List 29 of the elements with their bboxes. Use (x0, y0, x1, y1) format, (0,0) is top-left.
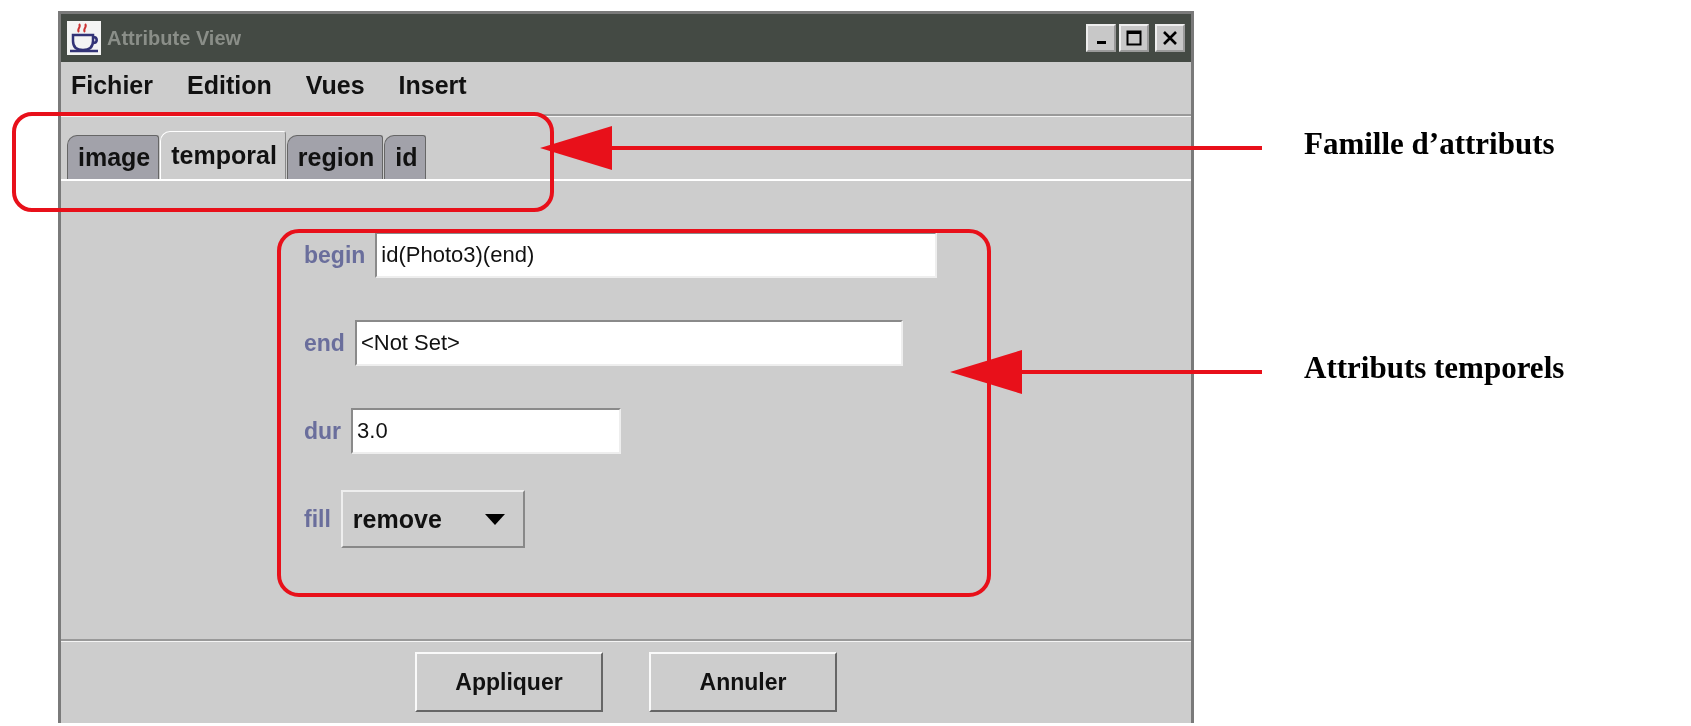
tab[interactable]: id (384, 135, 427, 179)
menu-item[interactable]: Insert (398, 71, 467, 100)
window-title: Attribute View (107, 26, 242, 50)
field-label: dur (304, 417, 342, 445)
close-icon (1162, 30, 1178, 46)
tab[interactable]: image (67, 135, 160, 179)
annotation-label: Famille d’attributs (1304, 126, 1555, 162)
minimize-button[interactable] (1086, 24, 1116, 52)
push-button[interactable]: Appliquer (415, 652, 603, 712)
field-label: end (304, 329, 345, 357)
field-label: begin (304, 241, 366, 269)
caret-icon (484, 513, 505, 525)
input-field[interactable]: 3.0 (351, 408, 622, 454)
dropdown[interactable]: remove (340, 490, 525, 548)
input-field[interactable]: <Not Set> (354, 320, 903, 366)
tab[interactable]: temporal (160, 131, 286, 179)
field-label: fill (304, 505, 331, 533)
input-field[interactable]: id(Photo3)(end) (375, 232, 938, 278)
minimize-icon (1096, 41, 1106, 44)
push-button[interactable]: Annuler (649, 652, 837, 712)
menu-item[interactable]: Vues (305, 71, 365, 100)
close-button[interactable] (1155, 24, 1185, 52)
tab[interactable]: region (286, 135, 384, 179)
cup-icon (67, 21, 101, 55)
menu-item[interactable]: Edition (187, 71, 272, 100)
annotation-label: Attributs temporels (1304, 350, 1565, 386)
menu-item[interactable]: Fichier (71, 71, 153, 100)
maximize-button[interactable] (1119, 24, 1149, 52)
maximize-icon (1126, 30, 1142, 46)
